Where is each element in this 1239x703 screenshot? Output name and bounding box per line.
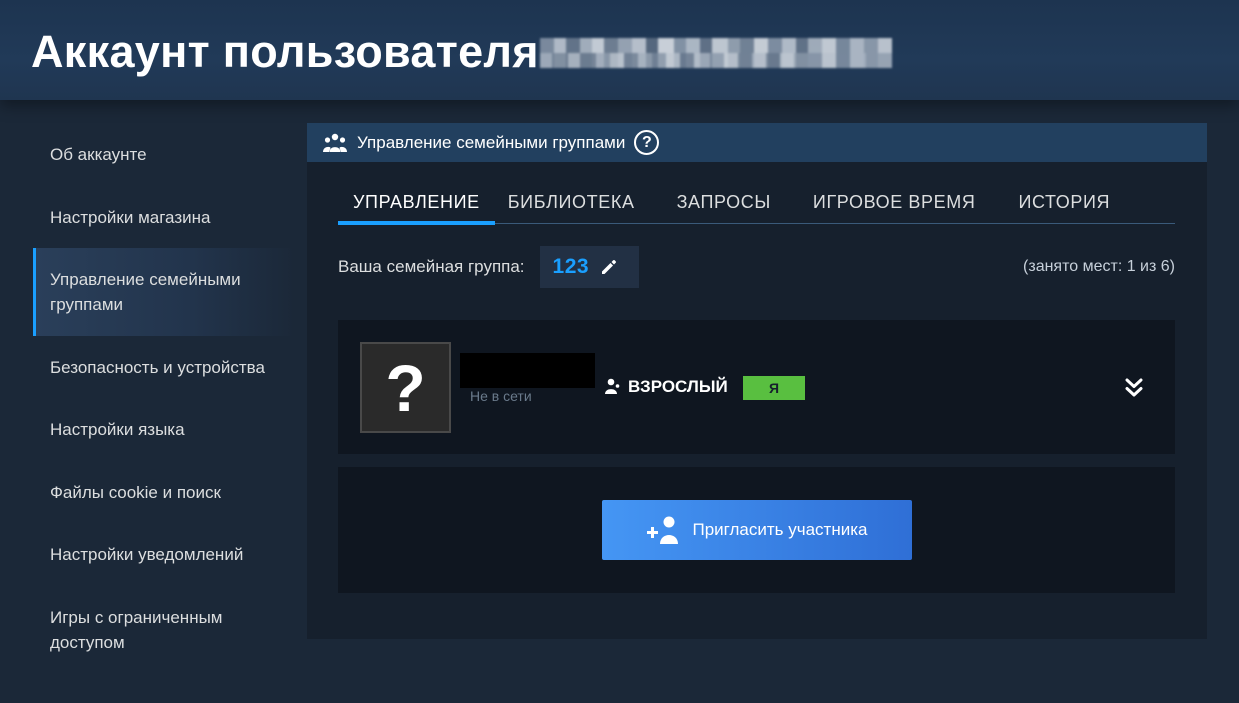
sidebar-item-label: Настройки языка <box>50 420 185 439</box>
invite-member-button[interactable]: Пригласить участника <box>602 500 912 560</box>
add-person-icon <box>646 516 678 544</box>
chevrons-down-icon[interactable] <box>1122 376 1146 400</box>
tab-history[interactable]: ИСТОРИЯ <box>1018 181 1110 224</box>
sidebar-item-family-groups[interactable]: Управление семейными группами <box>33 248 295 336</box>
me-badge: Я <box>743 376 805 400</box>
tab-bar: УПРАВЛЕНИЕ БИБЛИОТЕКА ЗАПРОСЫ ИГРОВОЕ ВР… <box>338 181 1175 225</box>
panel-header: Управление семейными группами ? <box>307 123 1207 162</box>
pencil-icon <box>602 260 617 274</box>
member-card: ? Не в сети ВЗРОСЛЫЙ Я <box>338 320 1175 454</box>
member-name-redacted <box>460 353 595 388</box>
tab-label: ИСТОРИЯ <box>1018 192 1111 212</box>
tab-label: УПРАВЛЕНИЕ <box>353 192 480 212</box>
help-icon[interactable]: ? <box>634 130 660 155</box>
people-icon <box>323 133 347 152</box>
family-group-row: Ваша семейная группа: 123 (занято мест: … <box>338 246 1175 288</box>
sidebar-nav: Об аккаунте Настройки магазина Управлени… <box>33 123 295 674</box>
page-title: Аккаунт пользователя <box>31 26 539 77</box>
slots-used: (занято мест: 1 из 6) <box>1023 258 1175 275</box>
tab-label: ЗАПРОСЫ <box>676 192 771 212</box>
family-group-label: Ваша семейная группа: <box>338 257 525 276</box>
invite-card: Пригласить участника <box>338 467 1175 593</box>
person-icon <box>605 378 620 394</box>
tab-label: БИБЛИОТЕКА <box>507 192 635 212</box>
tab-playtime[interactable]: ИГРОВОЕ ВРЕМЯ <box>813 181 976 224</box>
sidebar-item-label: Файлы cookie и поиск <box>50 482 221 502</box>
sidebar-item-label: Безопасность и устройства <box>50 357 265 377</box>
sidebar-item-security[interactable]: Безопасность и устройства <box>33 336 295 398</box>
family-group-name: 123 <box>552 255 590 278</box>
tab-management[interactable]: УПРАВЛЕНИЕ <box>338 181 495 225</box>
sidebar-item-cookies[interactable]: Файлы cookie и поиск <box>33 461 295 523</box>
sidebar-item-label: Об аккаунте <box>50 145 147 164</box>
panel-title: Управление семейными группами <box>357 132 626 152</box>
redacted-username <box>540 38 892 68</box>
member-status: Не в сети <box>470 388 532 404</box>
page-header: Аккаунт пользователя <box>0 0 1239 100</box>
family-group-name-edit[interactable]: 123 <box>539 246 639 288</box>
sidebar-item-notifications[interactable]: Настройки уведомлений <box>33 523 295 586</box>
sidebar-item-label: Настройки уведомлений <box>50 545 244 564</box>
member-role: ВЗРОСЛЫЙ <box>628 377 728 396</box>
sidebar-item-account[interactable]: Об аккаунте <box>33 123 295 186</box>
tab-library[interactable]: БИБЛИОТЕКА <box>508 181 635 224</box>
sidebar-item-restricted-games[interactable]: Игры с ограниченным доступом <box>33 586 295 674</box>
invite-member-label: Пригласить участника <box>692 520 868 539</box>
sidebar-item-store-settings[interactable]: Настройки магазина <box>33 186 295 248</box>
avatar[interactable]: ? <box>360 342 451 433</box>
tab-label: ИГРОВОЕ ВРЕМЯ <box>812 192 976 212</box>
tab-requests[interactable]: ЗАПРОСЫ <box>677 181 771 224</box>
sidebar-item-label: Управление семейными группами <box>50 270 241 314</box>
sidebar-item-label: Настройки магазина <box>50 207 211 227</box>
sidebar-item-label: Игры с ограниченным доступом <box>50 608 223 652</box>
family-management-panel: Управление семейными группами ? УПРАВЛЕН… <box>307 123 1207 639</box>
sidebar-item-language[interactable]: Настройки языка <box>33 398 295 461</box>
